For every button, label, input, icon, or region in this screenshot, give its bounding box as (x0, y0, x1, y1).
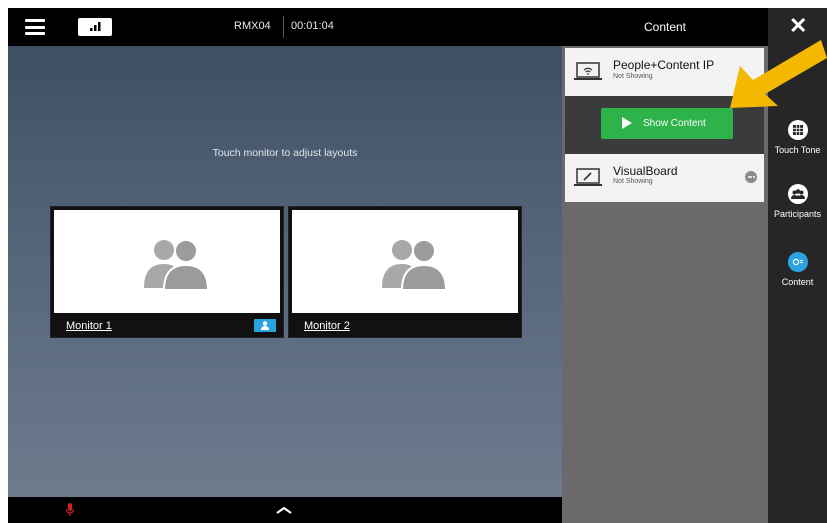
mic-muted-icon[interactable] (65, 502, 75, 518)
play-icon (622, 117, 632, 129)
close-icon[interactable]: ✕ (789, 15, 807, 37)
signal-strength-icon[interactable] (78, 18, 112, 36)
meeting-name: RMX04 (234, 20, 271, 32)
participants-icon (787, 184, 808, 204)
app-screen: RMX04 00:01:04 Touch monitor to adjust l… (8, 8, 827, 523)
monitor-preview (292, 210, 518, 313)
wireless-laptop-icon (574, 62, 602, 80)
bottom-bar (8, 497, 562, 523)
nav-item-participants[interactable]: Participants (768, 184, 827, 219)
nav-item-touch-tone[interactable]: Touch Tone (768, 120, 827, 155)
layout-hint: Touch monitor to adjust layouts (212, 147, 358, 159)
monitor-preview (54, 210, 280, 313)
source-status: Not Showing (613, 73, 653, 80)
monitor-label: Monitor 2 (304, 320, 350, 332)
monitor-1-tile[interactable]: Monitor 1 (50, 206, 284, 338)
more-options-icon[interactable] (745, 171, 757, 183)
call-timer: 00:01:04 (291, 20, 334, 32)
keypad-icon (787, 120, 808, 140)
nav-label: Touch Tone (774, 145, 821, 155)
nav-label: Content (781, 277, 814, 287)
nav-item-content[interactable]: Content (768, 252, 827, 287)
annotation-arrow-icon (730, 40, 827, 108)
header-divider (283, 16, 284, 38)
hamburger-menu-icon[interactable] (25, 19, 45, 35)
chevron-up-icon[interactable] (275, 505, 293, 515)
monitor-label: Monitor 1 (66, 320, 112, 332)
source-name: People+Content IP (613, 58, 715, 72)
show-content-button[interactable]: Show Content (601, 108, 733, 139)
layout-stage: Touch monitor to adjust layouts Monitor … (8, 46, 562, 497)
whiteboard-icon (574, 168, 602, 186)
source-status: Not Showing (613, 178, 653, 185)
people-placeholder-icon (144, 239, 210, 291)
top-bar: RMX04 00:01:04 (8, 8, 562, 46)
monitor-2-tile[interactable]: Monitor 2 (288, 206, 522, 338)
source-name: VisualBoard (613, 164, 678, 178)
selected-person-badge-icon (254, 319, 276, 332)
content-source-visualboard[interactable]: VisualBoard Not Showing (565, 154, 764, 202)
content-icon (787, 252, 808, 272)
show-content-label: Show Content (643, 118, 706, 129)
nav-label: Participants (773, 209, 822, 219)
people-placeholder-icon (382, 239, 448, 291)
